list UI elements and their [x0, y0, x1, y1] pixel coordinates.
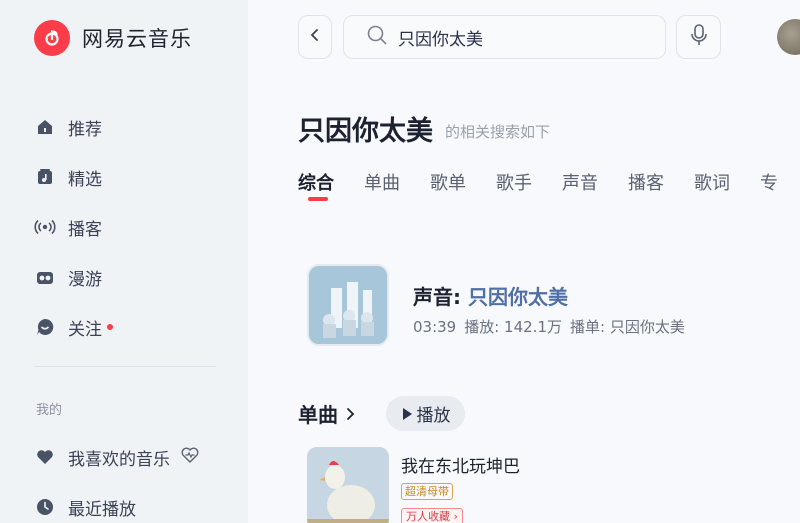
back-button[interactable]: [298, 15, 332, 59]
app-name: 网易云音乐: [82, 27, 192, 51]
notification-dot: [107, 324, 113, 330]
voice-result-title[interactable]: 声音: 只因你太美: [413, 281, 568, 310]
heart-icon: [34, 446, 56, 468]
app-logo[interactable]: 网易云音乐: [34, 20, 192, 56]
sidebar-item-label: 最近播放: [68, 499, 136, 520]
sidebar-item-liked-music[interactable]: 我喜欢的音乐: [34, 444, 200, 470]
tab-playlists[interactable]: 歌单: [430, 169, 466, 195]
chevron-left-icon: [308, 27, 322, 47]
play-all-label: 播放: [416, 406, 451, 426]
tab-all[interactable]: 综合: [298, 169, 334, 201]
voice-duration: 03:39: [413, 318, 457, 336]
user-avatar[interactable]: [777, 19, 800, 55]
sidebar-item-podcast[interactable]: 播客: [34, 214, 102, 240]
sidebar-item-label: 我喜欢的音乐: [68, 449, 170, 470]
page-subtitle: 的相关搜索如下: [445, 123, 551, 141]
sidebar-item-recommend[interactable]: 推荐: [34, 114, 102, 140]
sidebar-item-label: 关注: [68, 319, 102, 340]
voice-highlight-title[interactable]: 只因你太美: [468, 285, 568, 309]
page-title: 只因你太美: [298, 116, 433, 147]
radio-icon: [34, 266, 56, 288]
play-all-button[interactable]: 播放: [386, 396, 465, 431]
quality-badge: 超清母带: [401, 483, 453, 500]
sidebar: 网易云音乐 推荐 精选 播客 漫游 关注 我的 我喜欢的音乐 最近播放: [0, 0, 248, 523]
tab-podcasts[interactable]: 播客: [628, 169, 664, 195]
favorite-badge-label: 万人收藏: [406, 510, 450, 523]
music-note-icon: [34, 166, 56, 188]
song-cover-image[interactable]: [307, 447, 389, 523]
sidebar-item-label: 精选: [68, 169, 102, 190]
microphone-icon: [690, 23, 708, 51]
sidebar-divider: [34, 366, 216, 367]
singles-heading-label: 单曲: [298, 403, 338, 427]
tab-artists[interactable]: 歌手: [496, 169, 532, 195]
voice-label: 声音:: [413, 285, 468, 309]
tab-singles[interactable]: 单曲: [364, 169, 400, 195]
chevron-right-icon: [344, 406, 356, 422]
sidebar-section-my: 我的: [36, 403, 63, 418]
search-box[interactable]: [343, 15, 666, 59]
singles-heading[interactable]: 单曲: [298, 399, 356, 428]
voice-playlist[interactable]: 播单: 只因你太美: [570, 318, 685, 336]
home-icon: [34, 116, 56, 138]
tab-voices[interactable]: 声音: [562, 169, 598, 195]
tab-albums[interactable]: 专: [760, 169, 778, 195]
sidebar-item-label: 推荐: [68, 119, 102, 140]
voice-cover-image[interactable]: [307, 264, 389, 346]
tab-lyrics[interactable]: 歌词: [694, 169, 730, 195]
sidebar-item-label: 漫游: [68, 269, 102, 290]
chat-bubble-icon: [34, 316, 56, 338]
clock-icon: [34, 496, 56, 518]
sidebar-item-featured[interactable]: 精选: [34, 164, 102, 190]
sidebar-item-label: 播客: [68, 219, 102, 240]
sidebar-item-recent[interactable]: 最近播放: [34, 494, 136, 520]
sidebar-item-roam[interactable]: 漫游: [34, 264, 102, 290]
play-icon: [401, 407, 413, 421]
podcast-icon: [34, 216, 56, 238]
search-input[interactable]: [398, 27, 648, 47]
favorite-badge[interactable]: 万人收藏 ›: [401, 508, 463, 523]
voice-plays: 播放: 142.1万: [464, 318, 562, 336]
result-tabs: 综合 单曲 歌单 歌手 声音 播客 歌词 专: [298, 169, 800, 201]
song-title[interactable]: 我在东北玩坤巴: [401, 452, 520, 477]
netease-logo-icon: [34, 20, 70, 56]
voice-search-button[interactable]: [676, 15, 721, 59]
voice-result-meta: 03:39 播放: 142.1万 播单: 只因你太美: [413, 316, 693, 337]
sidebar-item-follow[interactable]: 关注: [34, 314, 113, 340]
search-icon: [366, 24, 388, 50]
heartbeat-mode-icon[interactable]: [180, 445, 200, 470]
